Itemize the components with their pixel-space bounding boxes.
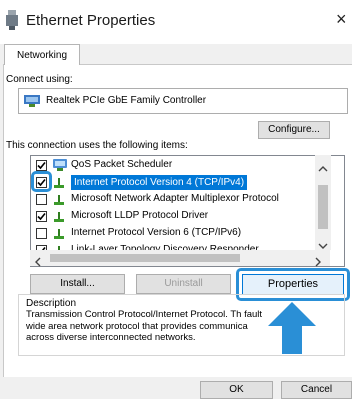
- properties-button[interactable]: Properties: [242, 274, 344, 295]
- items-label: This connection uses the following items…: [6, 140, 188, 151]
- list-item[interactable]: Microsoft Network Adapter Multiplexor Pr…: [31, 191, 331, 208]
- checkbox[interactable]: [36, 211, 47, 222]
- qos-icon: [53, 159, 67, 172]
- configure-button[interactable]: Configure...: [258, 121, 330, 139]
- list-item-label: Internet Protocol Version 4 (TCP/IPv4): [71, 175, 248, 190]
- list-item-label: Microsoft LLDP Protocol Driver: [71, 210, 209, 221]
- scroll-up-icon[interactable]: [318, 165, 328, 176]
- vertical-scrollbar[interactable]: [315, 155, 331, 250]
- checkbox[interactable]: [36, 228, 47, 239]
- protocol-icon: [53, 227, 67, 240]
- adapter-icon: [24, 94, 40, 108]
- list-item[interactable]: Internet Protocol Version 6 (TCP/IPv6): [31, 225, 331, 242]
- hscroll-thumb[interactable]: [50, 254, 240, 262]
- protocol-icon: [53, 193, 67, 206]
- protocol-icon: [53, 176, 67, 189]
- list-item-label: Microsoft Network Adapter Multiplexor Pr…: [71, 193, 279, 204]
- adapter-name: Realtek PCIe GbE Family Controller: [46, 95, 207, 106]
- install-button[interactable]: Install...: [30, 274, 125, 294]
- cancel-button[interactable]: Cancel: [281, 381, 352, 399]
- ok-button[interactable]: OK: [200, 381, 273, 399]
- protocol-icon: [53, 210, 67, 223]
- list-item-label: QoS Packet Scheduler: [71, 159, 173, 170]
- list-item-selected[interactable]: Internet Protocol Version 4 (TCP/IPv4): [31, 174, 331, 191]
- horizontal-scrollbar[interactable]: [30, 250, 330, 267]
- scroll-thumb[interactable]: [318, 185, 328, 229]
- window-title: Ethernet Properties: [26, 12, 156, 29]
- list-item[interactable]: Microsoft LLDP Protocol Driver: [31, 208, 331, 225]
- network-adapter-icon: [6, 10, 18, 30]
- checkbox[interactable]: [36, 160, 47, 171]
- list-item[interactable]: QoS Packet Scheduler: [31, 157, 331, 174]
- connect-using-label: Connect using:: [6, 74, 73, 85]
- tab-networking[interactable]: Networking: [4, 44, 80, 65]
- description-label: Description: [24, 298, 79, 309]
- close-icon[interactable]: ×: [336, 9, 347, 30]
- uninstall-button: Uninstall: [136, 274, 231, 294]
- list-item-label: Internet Protocol Version 6 (TCP/IPv6): [71, 227, 242, 238]
- scroll-left-icon[interactable]: [34, 254, 42, 272]
- checkbox-highlight: [31, 171, 52, 192]
- checkbox[interactable]: [36, 194, 47, 205]
- up-arrow-icon: [268, 302, 316, 354]
